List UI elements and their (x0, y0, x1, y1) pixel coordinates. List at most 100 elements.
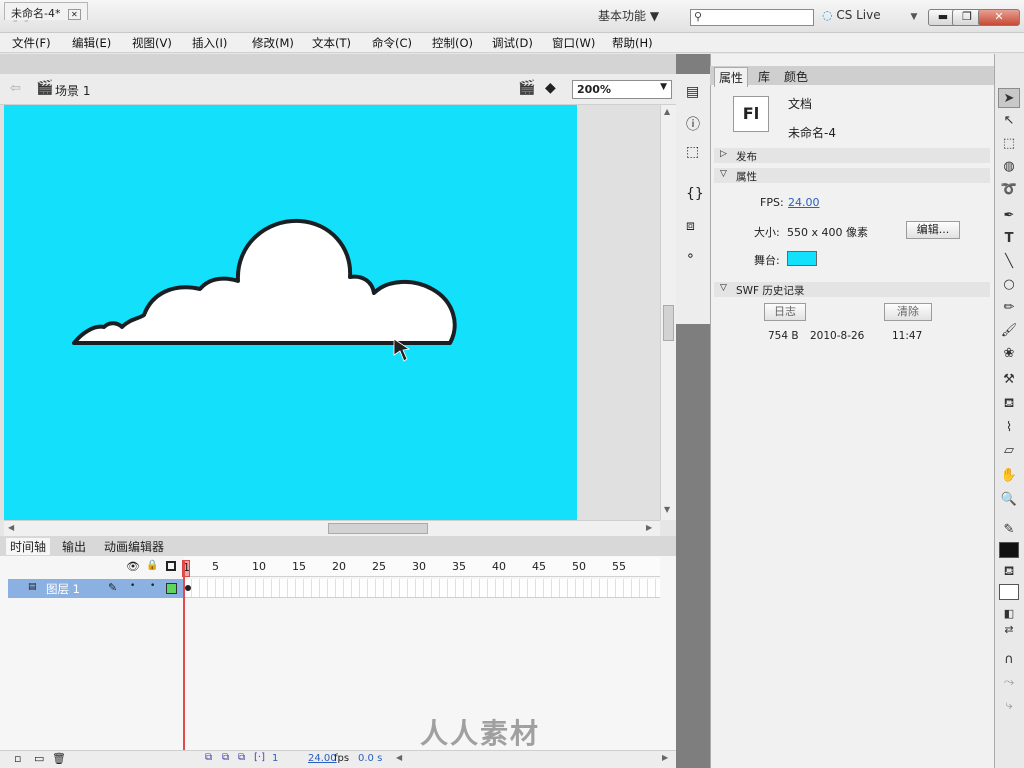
info-icon[interactable]: ⓘ (686, 114, 700, 134)
cs-live-button[interactable]: ◌ CS Live ▼ (822, 8, 917, 22)
fill-color-swatch[interactable] (999, 584, 1019, 600)
swap-colors-icon[interactable]: ⇄ (998, 620, 1020, 640)
subselection-tool-icon[interactable]: ↖ (998, 111, 1020, 131)
tab-timeline[interactable]: 时间轴 (6, 538, 51, 555)
scroll-left-icon[interactable]: ◀ (8, 523, 14, 532)
menu-debug[interactable]: 调试(D) (492, 35, 533, 51)
vertical-scroll-thumb[interactable] (663, 305, 674, 341)
hand-tool-icon[interactable]: ✋ (998, 466, 1020, 486)
align-icon[interactable]: ▤ (686, 84, 699, 100)
lock-icon[interactable]: 🔒 (146, 560, 158, 571)
section-swf-history[interactable]: ▽ SWF 历史记录 (714, 282, 990, 297)
smooth-icon[interactable]: ⤳ (998, 673, 1020, 693)
log-button[interactable]: 日志 (764, 303, 806, 321)
stroke-color-icon[interactable]: ✎ (998, 520, 1020, 540)
close-icon[interactable]: ✕ (67, 9, 81, 20)
stage-color-swatch[interactable] (787, 251, 817, 266)
snap-magnet-icon[interactable]: ∩ (998, 650, 1020, 670)
frames-row[interactable] (184, 579, 660, 598)
menu-text[interactable]: 文本(T) (312, 35, 351, 51)
frame-rate[interactable]: 24.00 (308, 753, 337, 764)
menu-modify[interactable]: 修改(M) (252, 35, 294, 51)
paint-bucket-tool-icon[interactable]: ⛾ (998, 394, 1020, 414)
current-frame[interactable]: 1 (272, 753, 278, 764)
scroll-right-icon[interactable]: ▶ (646, 523, 652, 532)
fps-value[interactable]: 24.00 (788, 196, 820, 209)
fill-color-icon[interactable]: ⛾ (998, 562, 1020, 582)
tab-output[interactable]: 输出 (58, 538, 90, 555)
scroll-down-icon[interactable]: ▼ (664, 505, 670, 514)
tab-library[interactable]: 库 (754, 67, 774, 86)
keyframe-dot[interactable] (185, 585, 191, 591)
menu-view[interactable]: 视图(V) (132, 35, 172, 51)
search-input[interactable]: ⚲ (690, 9, 814, 26)
menu-edit[interactable]: 编辑(E) (72, 35, 111, 51)
eyedropper-tool-icon[interactable]: ⌇ (998, 418, 1020, 438)
tab-properties[interactable]: 属性 (714, 67, 749, 87)
horizontal-scroll-thumb[interactable] (328, 523, 428, 534)
tab-motion-editor[interactable]: 动画编辑器 (100, 538, 168, 555)
stroke-color-swatch[interactable] (999, 542, 1019, 558)
menu-control[interactable]: 控制(O) (432, 35, 473, 51)
close-button[interactable]: ✕ (978, 9, 1020, 26)
outline-icon[interactable] (166, 561, 176, 571)
layer-row[interactable]: ▤ 图层 1 ✎ • • (8, 579, 184, 598)
onion-outline-icon[interactable]: ⧉ (222, 752, 229, 763)
scroll-left-icon[interactable]: ◀ (396, 753, 402, 762)
selection-tool-icon[interactable]: ➤ (998, 88, 1020, 108)
eraser-tool-icon[interactable]: ▱ (998, 441, 1020, 461)
text-tool-icon[interactable]: T (998, 229, 1020, 249)
edit-scene-icon[interactable]: 🎬 (518, 80, 535, 96)
menu-window[interactable]: 窗口(W) (552, 35, 595, 51)
pencil-tool-icon[interactable]: ✏ (998, 298, 1020, 318)
back-arrow-icon[interactable]: ⇦ (10, 81, 21, 96)
scroll-right-icon[interactable]: ▶ (662, 753, 668, 762)
menu-insert[interactable]: 插入(I) (192, 35, 227, 51)
clear-button[interactable]: 清除 (884, 303, 932, 321)
transform-icon[interactable]: ⬚ (686, 144, 699, 160)
3d-rotation-tool-icon[interactable]: ◍ (998, 157, 1020, 177)
new-folder-icon[interactable]: ▭ (34, 752, 44, 765)
stage-vertical-scrollbar[interactable]: ▲ ▼ (660, 105, 676, 520)
menu-help[interactable]: 帮助(H) (612, 35, 653, 51)
layer-outline-color[interactable] (166, 583, 177, 594)
free-transform-tool-icon[interactable]: ⬚ (998, 134, 1020, 154)
zoom-tool-icon[interactable]: 🔍 (998, 490, 1020, 510)
layer-name[interactable]: 图层 1 (46, 581, 80, 597)
oval-tool-icon[interactable]: ○ (998, 275, 1020, 295)
deco-tool-icon[interactable]: ❀ (998, 344, 1020, 364)
stage[interactable] (4, 105, 577, 520)
line-tool-icon[interactable]: ╲ (998, 252, 1020, 272)
eye-icon[interactable]: 👁 (126, 560, 140, 573)
scroll-up-icon[interactable]: ▲ (664, 107, 670, 116)
edit-button[interactable]: 编辑... (906, 221, 960, 239)
section-properties[interactable]: ▽ 属性 (714, 168, 990, 183)
tab-color[interactable]: 颜色 (780, 67, 812, 86)
bone-tool-icon[interactable]: ⚒ (998, 370, 1020, 390)
edit-symbol-icon[interactable]: ◆ (545, 80, 556, 96)
new-layer-icon[interactable]: ▫ (14, 752, 21, 765)
playhead[interactable] (183, 560, 185, 760)
motion-presets-icon[interactable]: ∘ (686, 248, 695, 264)
stage-horizontal-scrollbar[interactable]: ◀ ▶ (4, 520, 660, 536)
section-publish[interactable]: ▷ 发布 (714, 148, 990, 163)
cloud-shape[interactable] (4, 105, 577, 520)
menu-commands[interactable]: 命令(C) (372, 35, 412, 51)
pen-tool-icon[interactable]: ✒ (998, 206, 1020, 226)
lock-dot[interactable]: • (150, 581, 155, 591)
onion-markers-icon[interactable]: [·] (254, 752, 265, 763)
zoom-select[interactable]: 200% ▼ (572, 80, 672, 99)
components-icon[interactable]: ⧈ (686, 218, 695, 234)
workspace-switcher[interactable]: 基本功能 ▼ (598, 7, 680, 27)
lasso-tool-icon[interactable]: ➰ (998, 180, 1020, 200)
onion-skin-icon[interactable]: ⧉ (205, 752, 212, 763)
visibility-dot[interactable]: • (130, 581, 135, 591)
code-snippets-icon[interactable]: {} (686, 186, 704, 202)
brush-tool-icon[interactable]: 🖌 (998, 321, 1020, 341)
document-tab[interactable]: 未命名-4* ✕ (4, 2, 88, 20)
document-name[interactable]: 未命名-4 (788, 124, 836, 141)
menu-file[interactable]: 文件(F) (12, 35, 51, 51)
straighten-icon[interactable]: ⤷ (998, 696, 1020, 716)
trash-icon[interactable]: 🗑 (52, 752, 66, 765)
edit-multiple-icon[interactable]: ⧉ (238, 752, 245, 763)
